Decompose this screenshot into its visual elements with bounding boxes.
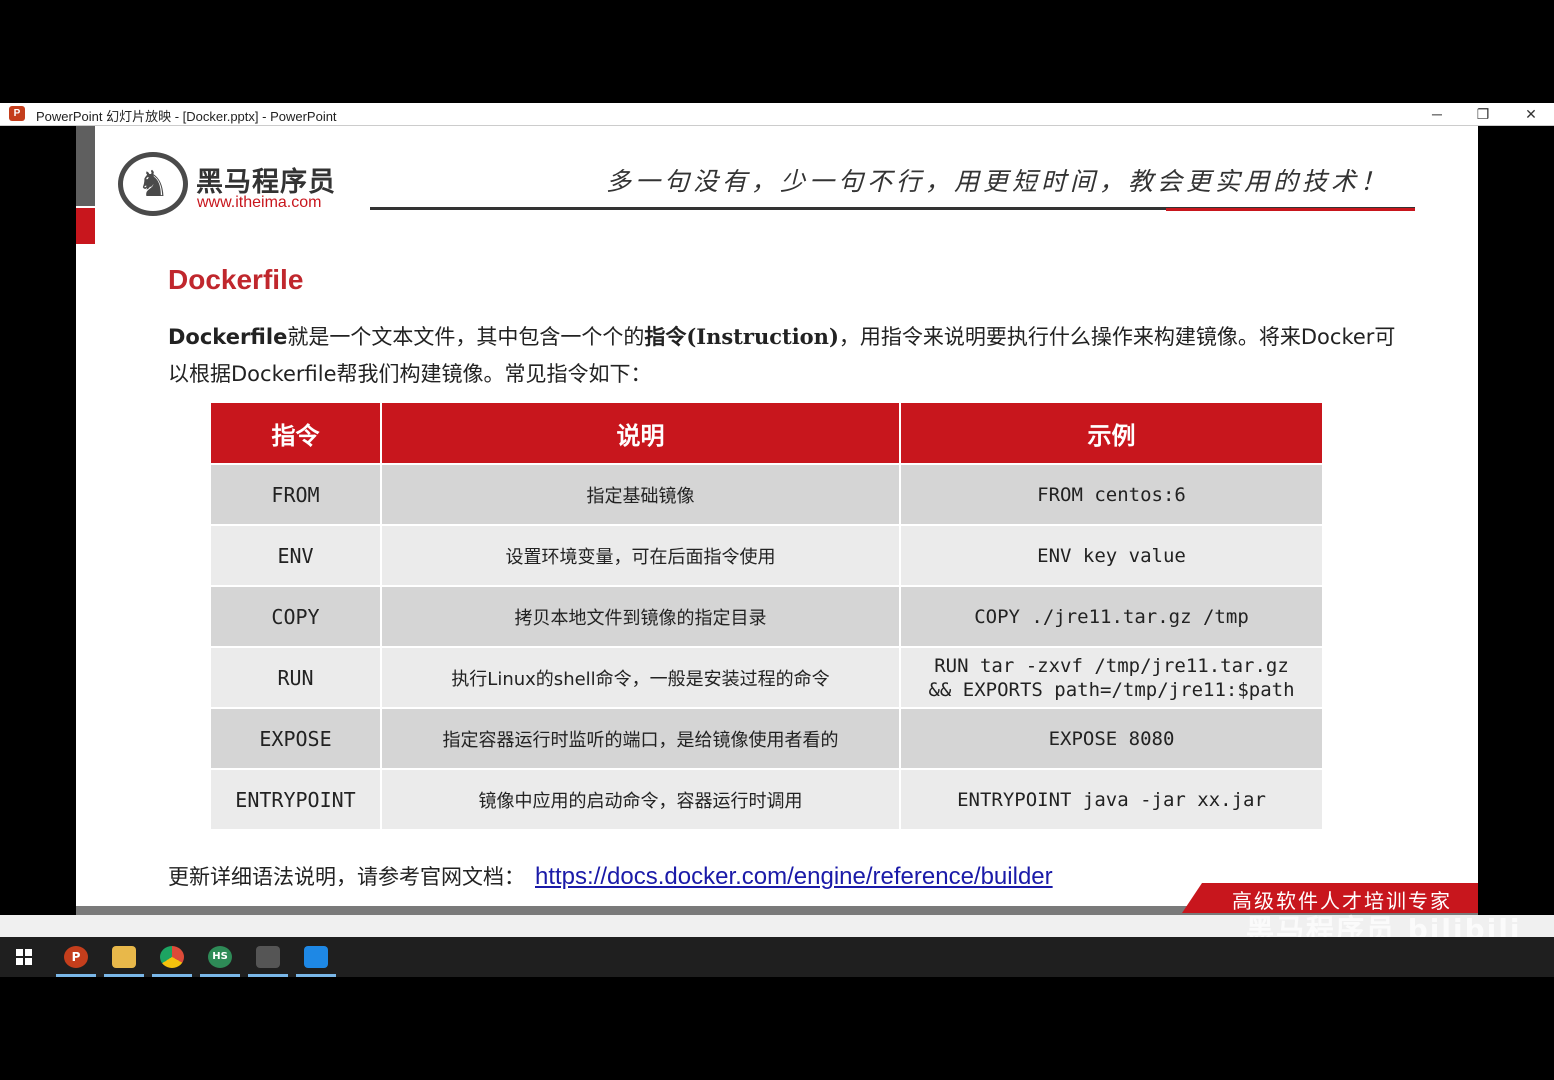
slide-left-bar-red bbox=[76, 208, 95, 244]
header-example: 示例 bbox=[899, 401, 1324, 465]
table-row: FROM 指定基础镜像 FROM centos:6 bbox=[209, 463, 1324, 526]
app-icon bbox=[256, 946, 280, 968]
intro-paragraph: Dockerfile就是一个文本文件，其中包含一个个的指令(Instructio… bbox=[168, 318, 1398, 393]
active-indicator bbox=[296, 974, 336, 977]
table-row: ENV 设置环境变量，可在后面指令使用 ENV key value bbox=[209, 524, 1324, 587]
cell-cmd: COPY bbox=[209, 585, 382, 648]
cell-example: FROM centos:6 bbox=[899, 463, 1324, 526]
taskbar-chrome[interactable] bbox=[148, 937, 196, 977]
cell-example: ENV key value bbox=[899, 524, 1324, 587]
intro-text: 就是一个文本文件，其中包含一个个的 bbox=[287, 325, 645, 349]
table-row: RUN 执行Linux的shell命令，一般是安装过程的命令 RUN tar -… bbox=[209, 646, 1324, 709]
footer-note-text: 更新详细语法说明，请参考官网文档： bbox=[168, 865, 525, 889]
cell-desc: 镜像中应用的启动命令，容器运行时调用 bbox=[380, 768, 901, 831]
close-button[interactable]: ✕ bbox=[1508, 103, 1554, 125]
taskbar-file-explorer[interactable] bbox=[100, 937, 148, 977]
file-explorer-icon bbox=[112, 946, 136, 968]
taskbar-hbuilder[interactable]: HS bbox=[196, 937, 244, 977]
window-title: PowerPoint 幻灯片放映 - [Docker.pptx] - Power… bbox=[36, 109, 337, 124]
active-indicator bbox=[56, 974, 96, 977]
instructions-table: 指令 说明 示例 FROM 指定基础镜像 FROM centos:6 ENV 设… bbox=[209, 401, 1324, 831]
table-row: COPY 拷贝本地文件到镜像的指定目录 COPY ./jre11.tar.gz … bbox=[209, 585, 1324, 648]
cell-desc: 指定基础镜像 bbox=[380, 463, 901, 526]
active-indicator bbox=[248, 974, 288, 977]
cell-example: RUN tar -zxvf /tmp/jre11.tar.gz && EXPOR… bbox=[899, 646, 1324, 709]
cell-desc: 指定容器运行时监听的端口，是给镜像使用者看的 bbox=[380, 707, 901, 770]
logo-url: www.itheima.com bbox=[197, 194, 322, 211]
header-divider-accent bbox=[1166, 208, 1415, 211]
intro-term: Dockerfile bbox=[168, 325, 288, 349]
cell-cmd: FROM bbox=[209, 463, 382, 526]
slide-heading: Dockerfile bbox=[168, 264, 304, 295]
cell-cmd: ENV bbox=[209, 524, 382, 587]
powerpoint-icon: P bbox=[9, 106, 25, 121]
header-cmd: 指令 bbox=[209, 401, 382, 465]
active-indicator bbox=[152, 974, 192, 977]
cell-cmd: EXPOSE bbox=[209, 707, 382, 770]
slide[interactable]: ♞ 黑马程序员 www.itheima.com 多一句没有，少一句不行，用更短时… bbox=[76, 126, 1478, 915]
taskbar: P HS bbox=[0, 937, 1554, 977]
vscode-icon bbox=[304, 946, 328, 968]
table-row: EXPOSE 指定容器运行时监听的端口，是给镜像使用者看的 EXPOSE 808… bbox=[209, 707, 1324, 770]
header-desc: 说明 bbox=[380, 401, 901, 465]
chrome-icon bbox=[160, 946, 184, 968]
footer-note: 更新详细语法说明，请参考官网文档： https://docs.docker.com… bbox=[168, 861, 1053, 891]
cell-cmd: ENTRYPOINT bbox=[209, 768, 382, 831]
cell-desc: 设置环境变量，可在后面指令使用 bbox=[380, 524, 901, 587]
cell-desc: 拷贝本地文件到镜像的指定目录 bbox=[380, 585, 901, 648]
table-row: ENTRYPOINT 镜像中应用的启动命令，容器运行时调用 ENTRYPOINT… bbox=[209, 768, 1324, 831]
window-titlebar: P PowerPoint 幻灯片放映 - [Docker.pptx] - Pow… bbox=[0, 103, 1554, 126]
minimize-button[interactable]: ─ bbox=[1414, 103, 1460, 125]
cell-example: EXPOSE 8080 bbox=[899, 707, 1324, 770]
cell-desc: 执行Linux的shell命令，一般是安装过程的命令 bbox=[380, 646, 901, 709]
slogan: 多一句没有，少一句不行，用更短时间，教会更实用的技术！ bbox=[606, 167, 1390, 196]
cell-example: ENTRYPOINT java -jar xx.jar bbox=[899, 768, 1324, 831]
windows-start-icon[interactable] bbox=[16, 949, 32, 965]
slide-left-bar-gray bbox=[76, 126, 95, 206]
intro-keyword-en: (Instruction) bbox=[686, 324, 839, 349]
taskbar-app[interactable] bbox=[244, 937, 292, 977]
intro-keyword: 指令 bbox=[644, 325, 687, 349]
restore-button[interactable]: ❐ bbox=[1460, 103, 1506, 125]
active-indicator bbox=[104, 974, 144, 977]
logo-icon: ♞ bbox=[118, 152, 188, 216]
powerpoint-icon: P bbox=[64, 946, 88, 968]
hbuilder-icon: HS bbox=[208, 946, 232, 968]
cell-example: COPY ./jre11.tar.gz /tmp bbox=[899, 585, 1324, 648]
docs-link[interactable]: https://docs.docker.com/engine/reference… bbox=[535, 863, 1053, 890]
active-indicator bbox=[200, 974, 240, 977]
cell-cmd: RUN bbox=[209, 646, 382, 709]
taskbar-vscode[interactable] bbox=[292, 937, 340, 977]
taskbar-powerpoint[interactable]: P bbox=[52, 937, 100, 977]
